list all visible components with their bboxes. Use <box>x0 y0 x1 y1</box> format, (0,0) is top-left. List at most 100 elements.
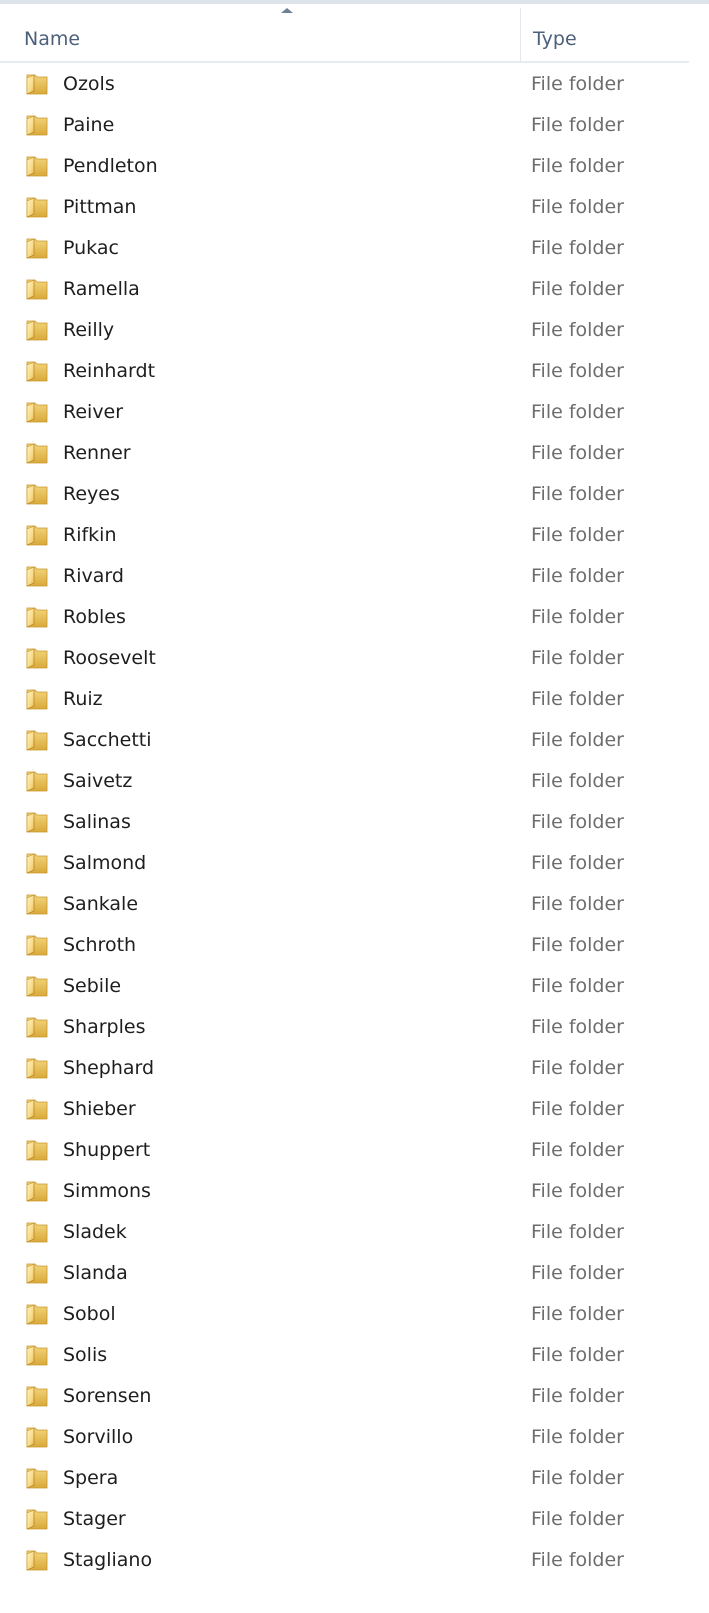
folder-icon <box>26 318 50 342</box>
list-item[interactable]: Slanda File folder <box>0 1253 709 1294</box>
file-name: Spera <box>63 1467 119 1489</box>
list-item[interactable]: Solis File folder <box>0 1335 709 1376</box>
list-item[interactable]: Renner File folder <box>0 433 709 474</box>
file-type: File folder <box>531 729 624 751</box>
file-name: Rivard <box>63 565 124 587</box>
file-type: File folder <box>531 237 624 259</box>
name-column-header[interactable]: Name <box>24 4 520 62</box>
file-name: Stagliano <box>63 1549 153 1571</box>
file-type: File folder <box>531 934 624 956</box>
list-item[interactable]: Stagliano File folder <box>0 1540 709 1581</box>
folder-icon <box>26 1015 50 1039</box>
file-type: File folder <box>531 524 624 546</box>
column-divider[interactable] <box>520 8 521 62</box>
folder-icon <box>26 564 50 588</box>
list-item[interactable]: Salinas File folder <box>0 802 709 843</box>
folder-icon <box>26 359 50 383</box>
file-type: File folder <box>531 688 624 710</box>
file-type: File folder <box>531 1139 624 1161</box>
file-type: File folder <box>531 319 624 341</box>
list-item[interactable]: Reilly File folder <box>0 310 709 351</box>
file-name: Reinhardt <box>63 360 156 382</box>
file-type: File folder <box>531 1098 624 1120</box>
list-item[interactable]: Rifkin File folder <box>0 515 709 556</box>
folder-icon <box>26 892 50 916</box>
file-name: Salinas <box>63 811 131 833</box>
file-type: File folder <box>531 1303 624 1325</box>
list-item[interactable]: Ruiz File folder <box>0 679 709 720</box>
list-item[interactable]: Shuppert File folder <box>0 1130 709 1171</box>
file-name: Paine <box>63 114 115 136</box>
list-item[interactable]: Roosevelt File folder <box>0 638 709 679</box>
file-name: Ramella <box>63 278 140 300</box>
header-separator <box>0 61 689 63</box>
list-item[interactable]: Pendleton File folder <box>0 146 709 187</box>
list-item[interactable]: Rivard File folder <box>0 556 709 597</box>
list-item[interactable]: Simmons File folder <box>0 1171 709 1212</box>
list-item[interactable]: Pittman File folder <box>0 187 709 228</box>
folder-icon <box>26 1179 50 1203</box>
list-item[interactable]: Sharples File folder <box>0 1007 709 1048</box>
type-column-header[interactable]: Type <box>533 4 693 62</box>
list-item[interactable]: Reinhardt File folder <box>0 351 709 392</box>
file-type: File folder <box>531 647 624 669</box>
list-item[interactable]: Shephard File folder <box>0 1048 709 1089</box>
folder-icon <box>26 482 50 506</box>
list-item[interactable]: Sebile File folder <box>0 966 709 1007</box>
folder-icon <box>26 1384 50 1408</box>
file-name: Simmons <box>63 1180 151 1202</box>
folder-icon <box>26 646 50 670</box>
list-item[interactable]: Salmond File folder <box>0 843 709 884</box>
list-item[interactable]: Sobol File folder <box>0 1294 709 1335</box>
list-item[interactable]: Reiver File folder <box>0 392 709 433</box>
file-type: File folder <box>531 278 624 300</box>
list-item[interactable]: Sacchetti File folder <box>0 720 709 761</box>
folder-icon <box>26 1466 50 1490</box>
file-name: Renner <box>63 442 131 464</box>
file-list-view: Name Type Ozols File folder Paine File f… <box>0 0 709 1613</box>
folder-icon <box>26 154 50 178</box>
list-item[interactable]: Robles File folder <box>0 597 709 638</box>
file-type: File folder <box>531 1262 624 1284</box>
file-type: File folder <box>531 1221 624 1243</box>
file-name: Saivetz <box>63 770 133 792</box>
list-item[interactable]: Ozols File folder <box>0 64 709 105</box>
file-type: File folder <box>531 114 624 136</box>
file-name: Rifkin <box>63 524 117 546</box>
file-type: File folder <box>531 811 624 833</box>
file-name: Reilly <box>63 319 115 341</box>
list-item[interactable]: Reyes File folder <box>0 474 709 515</box>
folder-icon <box>26 728 50 752</box>
list-item[interactable]: Stager File folder <box>0 1499 709 1540</box>
list-item[interactable]: Schroth File folder <box>0 925 709 966</box>
folder-icon <box>26 277 50 301</box>
folder-icon <box>26 72 50 96</box>
file-type: File folder <box>531 73 624 95</box>
file-type: File folder <box>531 1344 624 1366</box>
file-type: File folder <box>531 893 624 915</box>
list-item[interactable]: Sankale File folder <box>0 884 709 925</box>
list-item[interactable]: Sorensen File folder <box>0 1376 709 1417</box>
file-type: File folder <box>531 1508 624 1530</box>
list-item[interactable]: Shieber File folder <box>0 1089 709 1130</box>
list-item[interactable]: Spera File folder <box>0 1458 709 1499</box>
folder-icon <box>26 1548 50 1572</box>
file-type: File folder <box>531 770 624 792</box>
list-item[interactable]: Paine File folder <box>0 105 709 146</box>
file-type: File folder <box>531 1057 624 1079</box>
list-item[interactable]: Ramella File folder <box>0 269 709 310</box>
list-item[interactable]: Sorvillo File folder <box>0 1417 709 1458</box>
list-item[interactable]: Saivetz File folder <box>0 761 709 802</box>
list-item[interactable]: Pukac File folder <box>0 228 709 269</box>
file-name: Shephard <box>63 1057 155 1079</box>
file-name: Reiver <box>63 401 124 423</box>
folder-icon <box>26 933 50 957</box>
file-name: Sharples <box>63 1016 146 1038</box>
folder-icon <box>26 441 50 465</box>
file-name: Salmond <box>63 852 147 874</box>
file-name: Schroth <box>63 934 137 956</box>
list-item[interactable]: Sladek File folder <box>0 1212 709 1253</box>
file-type: File folder <box>531 1549 624 1571</box>
file-name: Sacchetti <box>63 729 152 751</box>
file-name: Ozols <box>63 73 115 95</box>
